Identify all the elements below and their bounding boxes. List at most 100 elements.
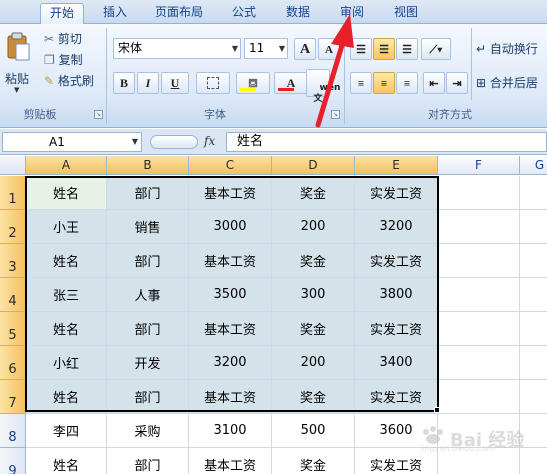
column-header-c[interactable]: C: [189, 156, 272, 175]
table-cell[interactable]: 姓名: [26, 380, 107, 414]
column-header-e[interactable]: E: [355, 156, 438, 175]
table-cell[interactable]: 开发: [107, 346, 189, 380]
increase-indent-button[interactable]: ⇥: [446, 72, 468, 94]
table-cell[interactable]: 奖金: [272, 176, 355, 210]
table-cell[interactable]: 销售: [107, 210, 189, 244]
table-cell[interactable]: 3100: [189, 414, 272, 448]
row-header[interactable]: 8: [0, 414, 26, 448]
dialog-launcher-icon[interactable]: ↘: [331, 110, 340, 119]
tab-review[interactable]: 审阅: [330, 3, 374, 24]
table-cell[interactable]: [438, 278, 520, 312]
paste-button[interactable]: 粘贴 ▼: [3, 30, 33, 102]
table-cell[interactable]: [438, 312, 520, 346]
table-cell[interactable]: 奖金: [272, 312, 355, 346]
select-all-corner[interactable]: [0, 156, 26, 175]
table-cell[interactable]: 姓名: [26, 448, 107, 474]
fill-color-button[interactable]: ⛾: [236, 72, 270, 94]
table-cell[interactable]: [520, 380, 547, 414]
table-cell[interactable]: 姓名: [26, 312, 107, 346]
table-cell[interactable]: 部门: [107, 312, 189, 346]
table-cell[interactable]: 基本工资: [189, 244, 272, 278]
table-cell[interactable]: 基本工资: [189, 380, 272, 414]
table-cell[interactable]: [520, 210, 547, 244]
table-cell[interactable]: 小红: [26, 346, 107, 380]
table-cell[interactable]: 基本工资: [189, 312, 272, 346]
row-header[interactable]: 1: [0, 176, 26, 210]
table-cell[interactable]: [520, 278, 547, 312]
table-cell[interactable]: 实发工资: [355, 244, 438, 278]
decrease-indent-button[interactable]: ⇤: [423, 72, 445, 94]
table-cell[interactable]: [520, 312, 547, 346]
table-cell[interactable]: 奖金: [272, 448, 355, 474]
align-bottom-button[interactable]: ☰: [396, 38, 418, 60]
tab-data[interactable]: 数据: [276, 3, 320, 24]
font-color-button[interactable]: A: [274, 72, 308, 94]
align-middle-button[interactable]: ☰: [373, 38, 395, 60]
table-cell[interactable]: 部门: [107, 176, 189, 210]
align-right-button[interactable]: ≡: [396, 72, 418, 94]
table-cell[interactable]: 实发工资: [355, 380, 438, 414]
table-cell[interactable]: 奖金: [272, 244, 355, 278]
row-header[interactable]: 5: [0, 312, 26, 346]
column-header-f[interactable]: F: [438, 156, 520, 175]
formula-input[interactable]: 姓名: [226, 132, 547, 152]
table-cell[interactable]: 张三: [26, 278, 107, 312]
align-top-button[interactable]: ☰: [350, 38, 372, 60]
phonetic-button[interactable]: wén 文: [306, 69, 340, 104]
tab-formulas[interactable]: 公式: [222, 3, 266, 24]
grow-font-button[interactable]: A: [294, 38, 316, 60]
table-cell[interactable]: 小王: [26, 210, 107, 244]
font-name-select[interactable]: 宋体 ▼: [113, 38, 241, 59]
table-cell[interactable]: 奖金: [272, 380, 355, 414]
shrink-font-button[interactable]: A: [318, 38, 340, 60]
table-cell[interactable]: 3000: [189, 210, 272, 244]
table-cell[interactable]: 3200: [355, 210, 438, 244]
table-cell[interactable]: 3200: [189, 346, 272, 380]
wrap-text-button[interactable]: ↵ 自动换行: [476, 39, 538, 59]
table-cell[interactable]: 李四: [26, 414, 107, 448]
table-cell[interactable]: [520, 244, 547, 278]
row-header[interactable]: 2: [0, 210, 26, 244]
table-cell[interactable]: 部门: [107, 448, 189, 474]
copy-button[interactable]: ❐ 复制: [44, 50, 83, 70]
table-cell[interactable]: 部门: [107, 244, 189, 278]
name-box[interactable]: A1 ▼: [2, 132, 142, 152]
row-header[interactable]: 4: [0, 278, 26, 312]
column-header-d[interactable]: D: [272, 156, 355, 175]
table-cell[interactable]: [438, 210, 520, 244]
merge-center-button[interactable]: ⊞ 合并后居: [476, 73, 538, 93]
table-cell[interactable]: 基本工资: [189, 448, 272, 474]
borders-button[interactable]: [196, 72, 230, 94]
table-cell[interactable]: [520, 176, 547, 210]
orientation-button[interactable]: ⟋▾: [421, 38, 451, 60]
table-cell[interactable]: 基本工资: [189, 176, 272, 210]
tab-home[interactable]: 开始: [40, 3, 84, 25]
bold-button[interactable]: B: [113, 72, 135, 94]
row-header[interactable]: 3: [0, 244, 26, 278]
font-size-select[interactable]: 11 ▼: [244, 38, 288, 59]
table-cell[interactable]: [438, 346, 520, 380]
table-cell[interactable]: [438, 380, 520, 414]
tab-page-layout[interactable]: 页面布局: [146, 3, 212, 24]
underline-button[interactable]: U: [161, 72, 189, 94]
table-cell[interactable]: 人事: [107, 278, 189, 312]
format-painter-button[interactable]: ✎ 格式刷: [44, 71, 94, 91]
table-cell[interactable]: 姓名: [26, 244, 107, 278]
table-cell[interactable]: 3800: [355, 278, 438, 312]
dialog-launcher-icon[interactable]: ↘: [94, 110, 103, 119]
cut-button[interactable]: ✂ 剪切: [44, 29, 82, 49]
table-cell[interactable]: 采购: [107, 414, 189, 448]
align-left-button[interactable]: ≡: [350, 72, 372, 94]
row-header[interactable]: 6: [0, 346, 26, 380]
table-cell[interactable]: 姓名: [26, 176, 107, 210]
table-cell[interactable]: 3500: [189, 278, 272, 312]
table-cell[interactable]: 200: [272, 210, 355, 244]
formula-splitter-handle[interactable]: [150, 135, 198, 149]
column-header-a[interactable]: A: [26, 156, 107, 175]
align-center-button[interactable]: ≡: [373, 72, 395, 94]
table-cell[interactable]: 部门: [107, 380, 189, 414]
tab-insert[interactable]: 插入: [94, 3, 136, 24]
row-header[interactable]: 9: [0, 448, 26, 474]
table-cell[interactable]: 500: [272, 414, 355, 448]
table-cell[interactable]: 300: [272, 278, 355, 312]
